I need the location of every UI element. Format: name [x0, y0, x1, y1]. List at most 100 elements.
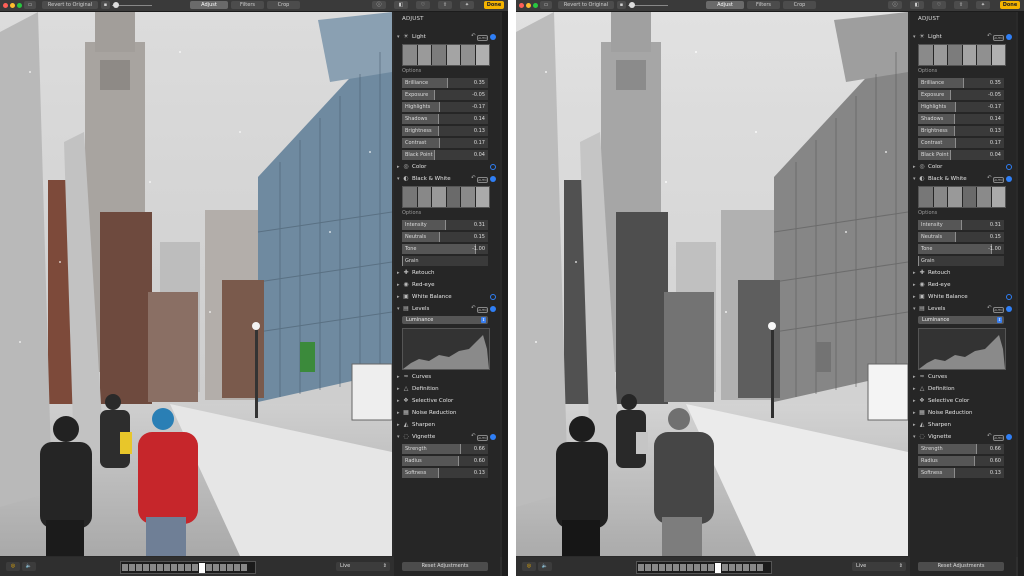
slider-marker[interactable]: [976, 444, 978, 454]
disclosure-chevron-icon[interactable]: ▸: [397, 410, 400, 416]
enable-checkmark-icon[interactable]: [490, 34, 496, 40]
section-curves[interactable]: ▸ ≈ Curves: [396, 372, 494, 383]
filmstrip-frame[interactable]: [178, 564, 184, 571]
slider-brilliance[interactable]: Brilliance 0.35: [402, 78, 488, 88]
enable-checkmark-icon[interactable]: [1006, 176, 1012, 182]
section-white-balance[interactable]: ▸ ▣ White Balance: [912, 292, 1012, 303]
filmstrip-frame[interactable]: [666, 564, 672, 571]
slider-exposure[interactable]: Exposure -0.05: [402, 90, 488, 100]
undo-icon[interactable]: ↶: [987, 175, 992, 181]
slider-marker[interactable]: [439, 102, 441, 112]
section-levels[interactable]: ▾ ▤ Levels ↶ AUTO: [396, 304, 496, 315]
slider-highlights[interactable]: Highlights -0.17: [918, 102, 1004, 112]
auto-button[interactable]: AUTO: [993, 177, 1004, 183]
section-color[interactable]: ▸ ◎ Color: [912, 162, 1012, 173]
zoom-window-button[interactable]: [17, 3, 22, 8]
sidebar-toggle-icon[interactable]: ▭: [24, 1, 36, 9]
slider-marker[interactable]: [445, 220, 447, 230]
preset-thumbnails[interactable]: [918, 44, 1006, 66]
options-toggle[interactable]: Options: [402, 68, 421, 74]
filmstrip-frame[interactable]: [129, 564, 135, 571]
slider-contrast[interactable]: Contrast 0.17: [918, 138, 1004, 148]
preset-thumbnail[interactable]: [933, 187, 947, 207]
disclosure-chevron-icon[interactable]: ▾: [913, 306, 916, 312]
section-black-white[interactable]: ▾ ◐ Black & White ↶ AUTO: [396, 174, 496, 185]
filmstrip-frame[interactable]: [136, 564, 142, 571]
preset-thumbnails[interactable]: [402, 186, 490, 208]
filmstrip-frame[interactable]: [645, 564, 651, 571]
filmstrip-frame[interactable]: [150, 564, 156, 571]
enable-checkmark-icon[interactable]: [1006, 306, 1012, 312]
filmstrip-frame[interactable]: [234, 564, 240, 571]
live-dropdown[interactable]: Live ⇕: [852, 562, 906, 571]
preset-thumbnail[interactable]: [991, 45, 1005, 65]
disclosure-chevron-icon[interactable]: ▸: [913, 386, 916, 392]
preset-thumbnail[interactable]: [475, 187, 489, 207]
slider-marker[interactable]: [953, 468, 955, 478]
slider-black-point[interactable]: Black Point 0.04: [918, 150, 1004, 160]
slider-marker[interactable]: [437, 468, 439, 478]
disclosure-chevron-icon[interactable]: ▾: [397, 176, 400, 182]
undo-icon[interactable]: ↶: [471, 175, 476, 181]
section-vignette[interactable]: ▾ ◌ Vignette ↶ AUTO: [396, 432, 496, 443]
enable-checkmark-icon[interactable]: [1006, 434, 1012, 440]
slider-marker[interactable]: [439, 138, 441, 148]
zoom-slider-knob[interactable]: [629, 2, 635, 8]
filmstrip-frame[interactable]: [185, 564, 191, 571]
slider-neutrals[interactable]: Neutrals 0.15: [402, 232, 488, 242]
filmstrip-frame[interactable]: [241, 564, 247, 571]
compare-icon[interactable]: ◧: [910, 1, 924, 9]
disclosure-chevron-icon[interactable]: ▸: [913, 282, 916, 288]
preset-thumbnail[interactable]: [948, 187, 962, 207]
disclosure-chevron-icon[interactable]: ▸: [397, 294, 400, 300]
section-curves[interactable]: ▸ ≈ Curves: [912, 372, 1010, 383]
preset-thumbnail[interactable]: [919, 187, 933, 207]
preset-thumbnail[interactable]: [991, 187, 1005, 207]
filmstrip-frame[interactable]: [143, 564, 149, 571]
slider-marker[interactable]: [954, 232, 956, 242]
preset-thumbnail[interactable]: [417, 187, 431, 207]
slider-shadows[interactable]: Shadows 0.14: [918, 114, 1004, 124]
slider-marker[interactable]: [402, 256, 403, 266]
revert-to-original-button[interactable]: Revert to Original: [558, 1, 614, 9]
tab-crop[interactable]: Crop: [267, 1, 300, 9]
close-window-button[interactable]: [3, 3, 8, 8]
slider-marker[interactable]: [973, 456, 975, 466]
tab-filters[interactable]: Filters: [747, 1, 780, 9]
filmstrip-frame[interactable]: [192, 564, 198, 571]
slider-brilliance[interactable]: Brilliance 0.35: [918, 78, 1004, 88]
tab-adjust[interactable]: Adjust: [190, 1, 228, 9]
disclosure-chevron-icon[interactable]: ▾: [913, 176, 916, 182]
preset-thumbnail[interactable]: [446, 187, 460, 207]
live-photo-icon[interactable]: ◎: [522, 562, 536, 571]
slider-softness[interactable]: Softness 0.13: [402, 468, 488, 478]
section-light[interactable]: ▾ ☀ Light ↶ AUTO: [396, 32, 496, 43]
filmstrip-frame[interactable]: [736, 564, 742, 571]
auto-button[interactable]: AUTO: [993, 35, 1004, 41]
slider-brightness[interactable]: Brightness 0.13: [402, 126, 488, 136]
filmstrip-frame[interactable]: [157, 564, 163, 571]
favorite-heart-icon[interactable]: ♡: [932, 1, 946, 9]
section-retouch[interactable]: ▸ ✚ Retouch: [396, 268, 494, 279]
auto-button[interactable]: AUTO: [477, 177, 488, 183]
auto-button[interactable]: AUTO: [993, 435, 1004, 441]
tab-filters[interactable]: Filters: [231, 1, 264, 9]
compare-icon[interactable]: ◧: [394, 1, 408, 9]
preset-thumbnail[interactable]: [432, 45, 446, 65]
options-toggle[interactable]: Options: [402, 210, 421, 216]
undo-icon[interactable]: ↶: [987, 33, 992, 39]
filmstrip-frame[interactable]: [673, 564, 679, 571]
disclosure-chevron-icon[interactable]: ▾: [397, 434, 400, 440]
section-red-eye[interactable]: ▸ ◉ Red-eye: [912, 280, 1010, 291]
preset-thumbnail[interactable]: [475, 45, 489, 65]
disclosure-chevron-icon[interactable]: ▸: [913, 270, 916, 276]
section-white-balance[interactable]: ▸ ▣ White Balance: [396, 292, 496, 303]
undo-icon[interactable]: ↶: [471, 33, 476, 39]
done-button[interactable]: Done: [1000, 1, 1020, 9]
enable-checkmark-icon[interactable]: [1006, 34, 1012, 40]
filmstrip-frame[interactable]: [206, 564, 212, 571]
filmstrip-frame[interactable]: [729, 564, 735, 571]
filmstrip-frame[interactable]: [652, 564, 658, 571]
filmstrip-frame[interactable]: [227, 564, 233, 571]
disclosure-chevron-icon[interactable]: ▸: [913, 398, 916, 404]
